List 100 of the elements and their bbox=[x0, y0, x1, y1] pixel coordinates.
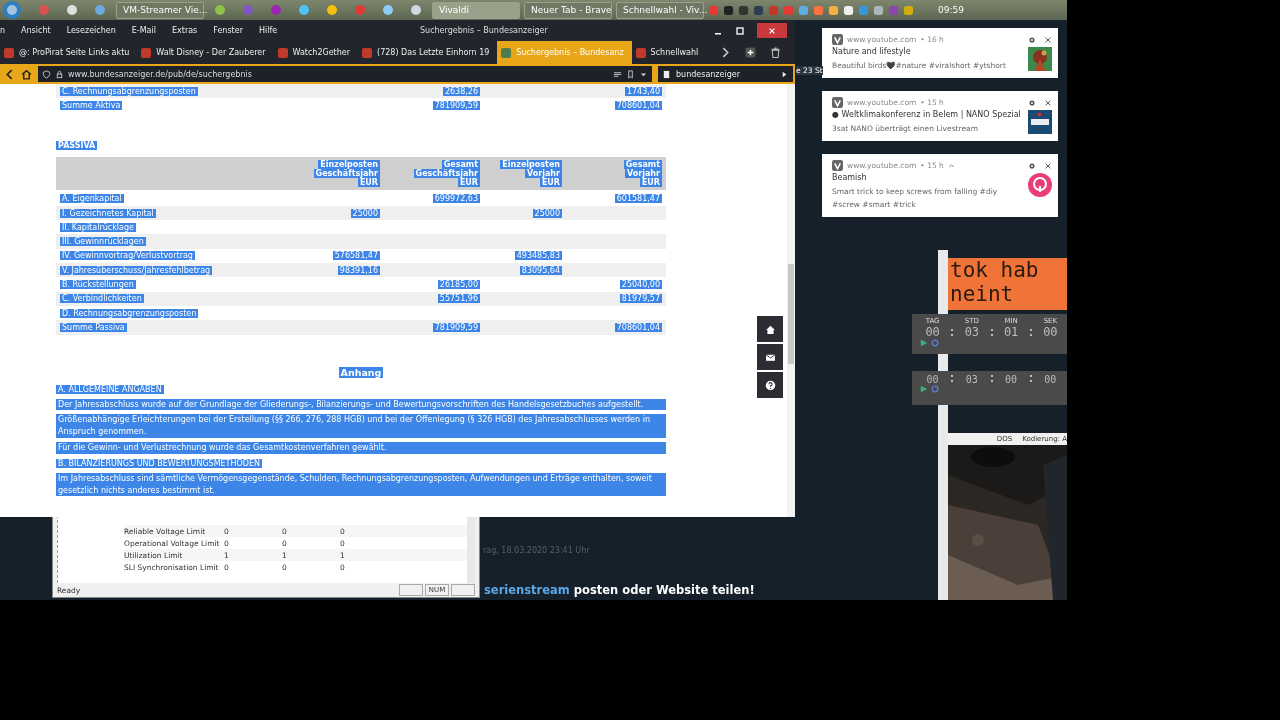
close-icon[interactable] bbox=[1044, 161, 1052, 170]
panel-text: neint bbox=[950, 282, 1015, 306]
table-cell: 781909,59 bbox=[432, 100, 480, 110]
reset-icon[interactable] bbox=[931, 385, 939, 393]
address-field[interactable]: www.bundesanzeiger.de/pub/de/suchergebnis bbox=[38, 66, 652, 82]
bookmark-icon[interactable] bbox=[626, 69, 635, 79]
table-cell: D. Rechnungsabgrenzungsposten bbox=[60, 308, 199, 318]
close-button[interactable] bbox=[757, 23, 787, 38]
app-icon[interactable] bbox=[214, 4, 226, 16]
table-cell: 493485,83 bbox=[514, 251, 562, 261]
menu-item[interactable]: Lesezeichen bbox=[66, 26, 116, 35]
menu-item[interactable]: Hilfe bbox=[258, 26, 278, 35]
table-cell: 601581,47 bbox=[614, 194, 662, 204]
help-icon bbox=[764, 379, 776, 391]
menu-item[interactable]: Fenster bbox=[213, 26, 243, 35]
notification-title: Nature and lifestyle bbox=[832, 47, 912, 56]
tray-icon[interactable] bbox=[873, 4, 884, 16]
home-button[interactable] bbox=[757, 316, 783, 342]
tray-icon[interactable] bbox=[753, 4, 764, 16]
column-header: Geschäftsjahr bbox=[413, 168, 480, 178]
timer-colon bbox=[951, 329, 954, 339]
section-heading: B. BILANZIERUNGS UND BEWERTUNGSMETHODEN bbox=[56, 458, 263, 468]
tray-icon[interactable] bbox=[903, 4, 914, 16]
tray-icon[interactable] bbox=[843, 4, 854, 16]
reset-icon[interactable] bbox=[931, 339, 939, 347]
avatar-icon bbox=[1028, 173, 1052, 197]
table-cell: II. Kapitalrücklage bbox=[60, 222, 136, 232]
column-header: Vorjahr bbox=[525, 168, 562, 178]
envelope-icon bbox=[764, 351, 776, 363]
scrollbar[interactable] bbox=[787, 84, 795, 517]
reader-icon[interactable] bbox=[613, 69, 622, 79]
chevron-icon[interactable] bbox=[720, 47, 731, 58]
search-field[interactable]: bundesanzeiger bbox=[658, 66, 793, 82]
back-icon[interactable] bbox=[4, 68, 15, 80]
taskbar-button[interactable]: Neuer Tab - Brave bbox=[524, 1, 612, 19]
menu-item[interactable]: Extras bbox=[171, 26, 198, 35]
table-cell: 781909,59 bbox=[432, 322, 480, 332]
column-header: EUR bbox=[457, 177, 480, 187]
close-icon[interactable] bbox=[1044, 35, 1052, 44]
column-header: Gesamt bbox=[441, 159, 480, 169]
timer-value: 00 bbox=[926, 374, 939, 385]
paragraph: Für die Gewinn- und Verlustrechnung wurde das Gesamtkostenverfahren gewählt. bbox=[56, 441, 666, 454]
window-title: Suchergebnis – Bundesanzeiger bbox=[420, 26, 548, 35]
caret-icon[interactable] bbox=[947, 162, 955, 169]
browser-tab[interactable]: @: ProPirat Seite Links aktu bbox=[0, 41, 138, 64]
mail-button[interactable] bbox=[757, 344, 783, 370]
app-icon[interactable] bbox=[298, 4, 310, 16]
table-cell: V. Jahresüberschuss/Jahresfehlbetrag bbox=[60, 265, 213, 275]
settings-icon[interactable] bbox=[1028, 98, 1036, 107]
maximize-icon[interactable] bbox=[735, 25, 745, 36]
browser-tab[interactable]: (728) Das Letzte Einhorn 19 bbox=[358, 41, 498, 64]
browser-logo-icon bbox=[832, 34, 843, 45]
close-icon[interactable] bbox=[1044, 98, 1052, 107]
menu-item[interactable]: n bbox=[0, 26, 6, 35]
play-icon[interactable] bbox=[780, 69, 789, 79]
banner-text: serienstream posten oder Website teilen! bbox=[484, 583, 755, 597]
table-cell: 25000 bbox=[350, 208, 380, 218]
table-cell: I. Gezeichnetes Kapital bbox=[60, 208, 156, 218]
table-cell: 98391,16 bbox=[337, 265, 380, 275]
trash-icon[interactable] bbox=[770, 47, 781, 58]
app-icon[interactable] bbox=[326, 4, 338, 16]
home-icon bbox=[764, 323, 776, 335]
tray-icon[interactable] bbox=[738, 4, 749, 16]
column-header: Einzelposten bbox=[500, 159, 562, 169]
app-icon[interactable] bbox=[94, 4, 106, 16]
timer-colon bbox=[951, 375, 954, 385]
timer-value: 03 bbox=[965, 374, 978, 385]
table-cell: B. Rückstellungen bbox=[60, 280, 136, 289]
timer-colon bbox=[990, 329, 993, 339]
browser-tab[interactable]: Watch2Gether bbox=[273, 41, 359, 64]
table-cell: 55751,96 bbox=[437, 294, 480, 304]
menu-item[interactable]: E-Mail bbox=[131, 26, 156, 35]
table-cell: 576581,47 bbox=[332, 251, 380, 261]
table-cell: Summe Passiva bbox=[60, 322, 127, 332]
app-icon[interactable] bbox=[410, 4, 422, 16]
table-cell: A. Eigenkapital bbox=[60, 194, 124, 204]
timer-value: 00 bbox=[1043, 325, 1058, 339]
browser-tab[interactable]: Schnellwahl bbox=[631, 41, 707, 64]
tray-icon[interactable] bbox=[723, 4, 734, 16]
table-cell: 699972,63 bbox=[432, 194, 480, 204]
browser-tab[interactable]: Walt Disney - Der Zauberer bbox=[137, 41, 274, 64]
app-icon[interactable] bbox=[382, 4, 394, 16]
settings-icon[interactable] bbox=[1028, 35, 1036, 44]
timer-colon bbox=[990, 375, 993, 385]
app-icon[interactable] bbox=[66, 4, 78, 16]
menu-item[interactable]: Ansicht bbox=[21, 26, 51, 35]
table-cell: 81979,57 bbox=[619, 294, 662, 304]
scrollbar[interactable] bbox=[467, 515, 475, 583]
column-header: EUR bbox=[639, 177, 662, 187]
browser-logo-icon bbox=[832, 160, 843, 171]
tray-icon[interactable] bbox=[798, 4, 809, 16]
help-button[interactable] bbox=[757, 372, 783, 398]
tray-icon[interactable] bbox=[828, 4, 839, 16]
start-button[interactable] bbox=[2, 0, 22, 20]
plus-icon[interactable] bbox=[745, 47, 756, 58]
table-cell: III. Gewinnrücklagen bbox=[60, 237, 146, 247]
tray-icon[interactable] bbox=[813, 4, 824, 16]
settings-icon[interactable] bbox=[1028, 161, 1036, 170]
timer-colon bbox=[1029, 375, 1032, 385]
home-icon[interactable] bbox=[21, 68, 32, 80]
